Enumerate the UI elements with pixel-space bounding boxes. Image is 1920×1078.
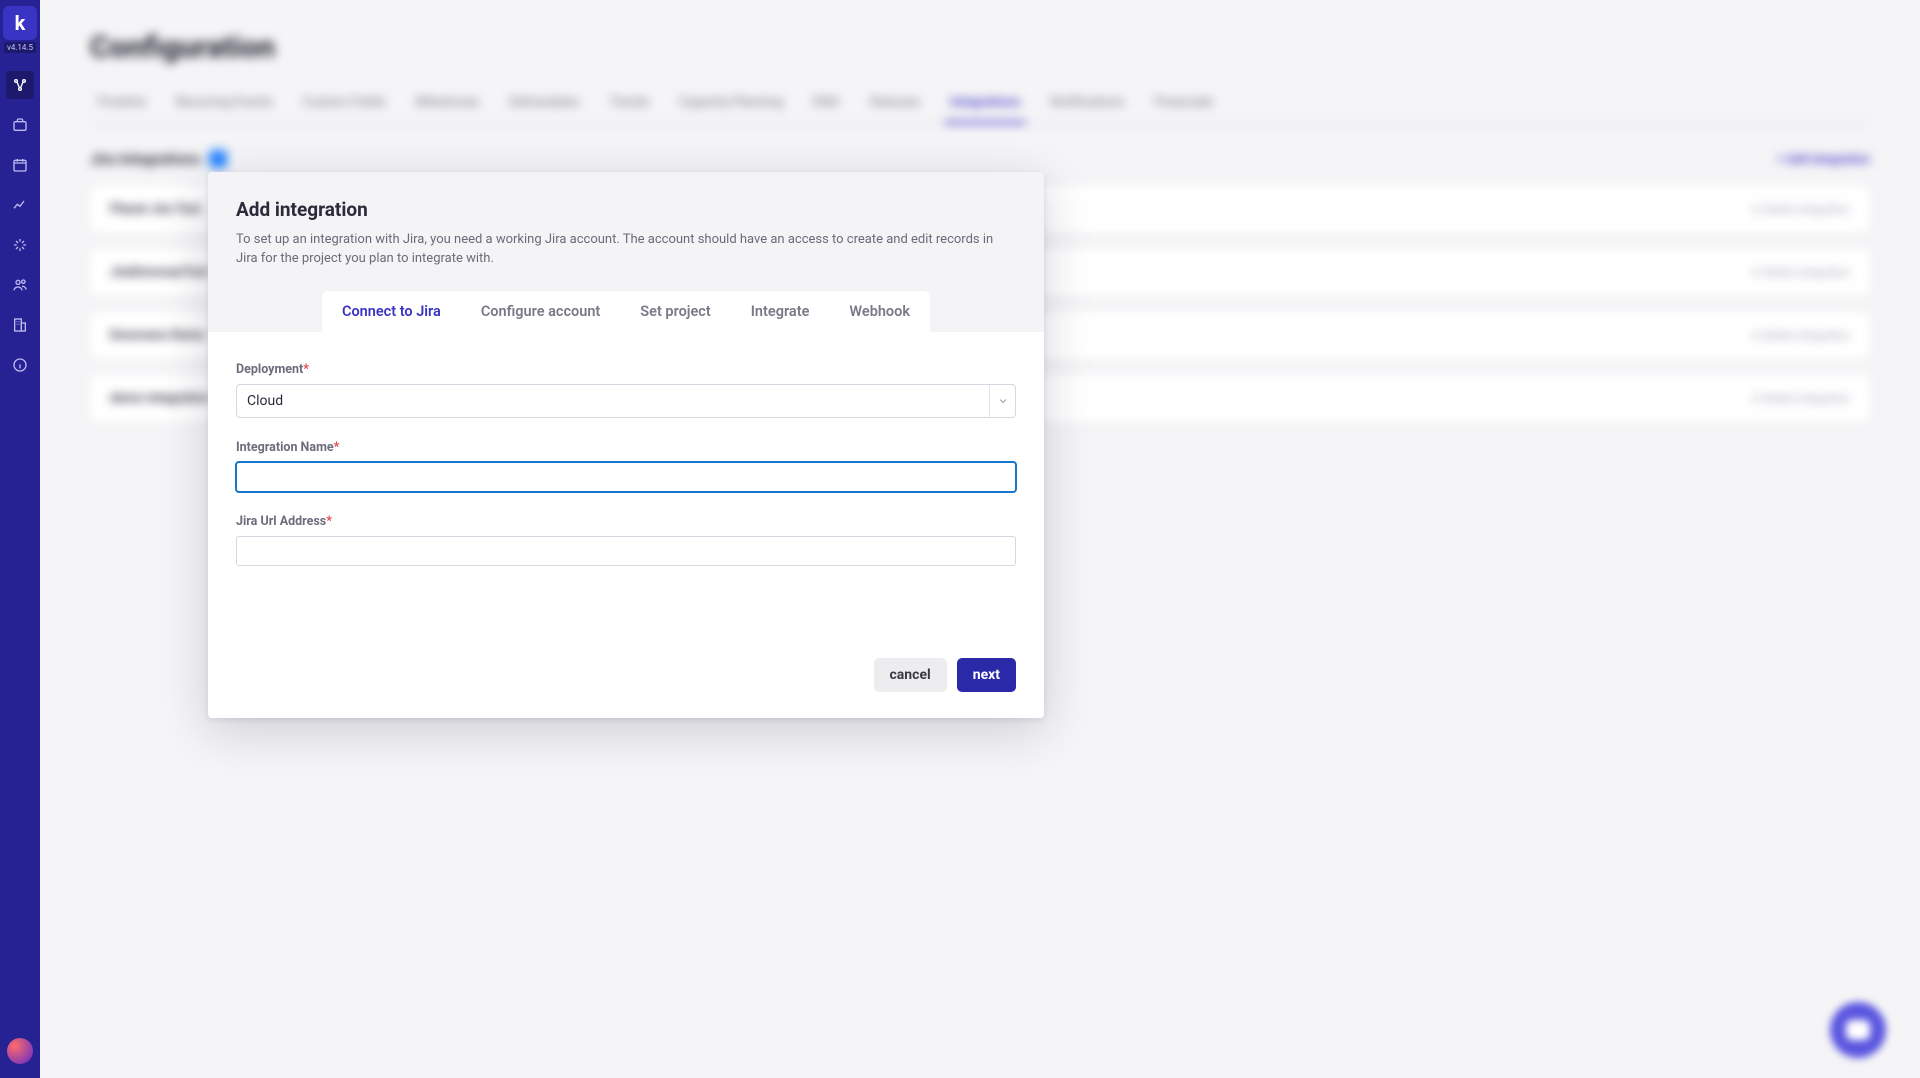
jira-url-label-text: Jira Url Address (236, 514, 326, 529)
deployment-label-text: Deployment (236, 362, 303, 377)
jira-url-label: Jira Url Address* (236, 514, 1016, 529)
step-project[interactable]: Set project (620, 291, 730, 332)
jira-url-input[interactable] (236, 536, 1016, 566)
cancel-button[interactable]: cancel (874, 658, 947, 692)
modal-footer: cancel next (208, 598, 1044, 718)
step-configure[interactable]: Configure account (461, 291, 620, 332)
wizard-steps: Connect to Jira Configure account Set pr… (322, 291, 930, 332)
briefcase-icon[interactable] (6, 111, 34, 139)
modal-header: Add integration To set up an integration… (208, 172, 1044, 291)
sparkle-icon[interactable] (6, 231, 34, 259)
avatar[interactable] (7, 1038, 33, 1064)
integration-name-label-text: Integration Name (236, 440, 334, 455)
nodes-icon[interactable] (6, 71, 34, 99)
modal-description: To set up an integration with Jira, you … (236, 231, 996, 269)
integration-name-label: Integration Name* (236, 440, 1016, 455)
step-webhook[interactable]: Webhook (829, 291, 930, 332)
users-icon[interactable] (6, 271, 34, 299)
add-integration-modal: Add integration To set up an integration… (208, 172, 1044, 718)
deployment-label: Deployment* (236, 362, 1016, 377)
app-logo-letter: k (15, 11, 26, 35)
modal-body: Deployment* Cloud Integration Name* Jira… (208, 332, 1044, 598)
modal-title: Add integration (236, 198, 1016, 221)
app-logo[interactable]: k (3, 6, 37, 40)
step-connect[interactable]: Connect to Jira (322, 291, 461, 332)
integration-name-input[interactable] (236, 462, 1016, 492)
required-asterisk: * (334, 440, 340, 455)
field-jira-url: Jira Url Address* (236, 514, 1016, 566)
next-button[interactable]: next (957, 658, 1016, 692)
step-integrate[interactable]: Integrate (731, 291, 830, 332)
deployment-select[interactable]: Cloud (236, 384, 1016, 418)
steps-container: Connect to Jira Configure account Set pr… (208, 291, 1044, 332)
chart-icon[interactable] (6, 191, 34, 219)
required-asterisk: * (326, 514, 332, 529)
required-asterisk: * (303, 362, 309, 377)
building-icon[interactable] (6, 311, 34, 339)
field-deployment: Deployment* Cloud (236, 362, 1016, 418)
deployment-value: Cloud (247, 393, 283, 409)
left-rail: k v4.14.5 (0, 0, 40, 1078)
calendar-icon[interactable] (6, 151, 34, 179)
info-icon[interactable] (6, 351, 34, 379)
field-integration-name: Integration Name* (236, 440, 1016, 492)
version-badge: v4.14.5 (4, 42, 36, 53)
chevron-down-icon (989, 385, 1015, 417)
